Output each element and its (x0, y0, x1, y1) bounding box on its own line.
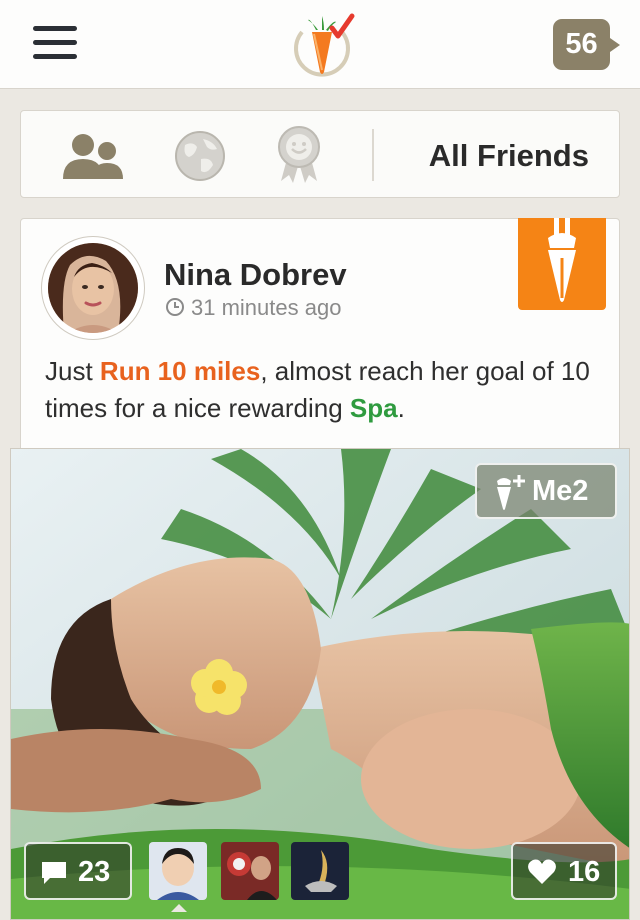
post-time-text: 31 minutes ago (191, 295, 342, 320)
participant-thumb-1[interactable] (149, 842, 207, 900)
friends-icon[interactable] (61, 131, 125, 181)
post-timestamp: 31 minutes ago (165, 295, 341, 321)
comment-count: 23 (78, 856, 111, 888)
reward-link[interactable]: Spa (350, 393, 398, 423)
participant-thumb-3[interactable] (291, 842, 349, 900)
filter-divider (372, 129, 374, 181)
globe-icon[interactable] (173, 129, 227, 183)
award-icon[interactable] (275, 125, 323, 185)
selected-thumb-caret (171, 904, 187, 912)
like-count: 16 (568, 856, 601, 888)
post-photo[interactable]: Me2 23 16 (10, 448, 630, 920)
post-author-name[interactable]: Nina Dobrev (164, 257, 347, 293)
avatar-image (48, 243, 138, 333)
me2-button[interactable]: Me2 (475, 463, 617, 519)
filter-dropdown-label[interactable]: All Friends (429, 138, 589, 174)
me2-label: Me2 (532, 475, 589, 507)
category-tag[interactable] (518, 218, 606, 310)
participant-avatar (291, 842, 349, 900)
like-button[interactable]: 16 (511, 842, 617, 900)
participant-thumb-2[interactable] (221, 842, 279, 900)
activity-post-card: Nina Dobrev 31 minutes ago Just Run 10 m… (20, 218, 620, 458)
carrot-brush-icon (548, 218, 576, 302)
post-text-part: Just (45, 356, 100, 386)
carrot-logo (294, 13, 355, 77)
comment-button[interactable]: 23 (24, 842, 132, 900)
avatar[interactable] (41, 236, 145, 340)
heart-icon (528, 859, 556, 884)
post-text-part: . (397, 393, 405, 423)
clock-icon (166, 298, 184, 316)
activity-link[interactable]: Run 10 miles (100, 356, 260, 386)
notification-badge[interactable]: 56 (553, 19, 620, 70)
participant-avatar (149, 842, 207, 900)
friends-filter-bar: All Friends (20, 110, 620, 198)
carrot-plus-icon (497, 475, 525, 510)
app-header: 56 (0, 0, 640, 89)
comment-icon (42, 862, 66, 884)
participant-avatar (221, 842, 279, 900)
menu-icon[interactable] (33, 26, 77, 60)
post-text: Just Run 10 miles, almost reach her goal… (45, 353, 605, 427)
